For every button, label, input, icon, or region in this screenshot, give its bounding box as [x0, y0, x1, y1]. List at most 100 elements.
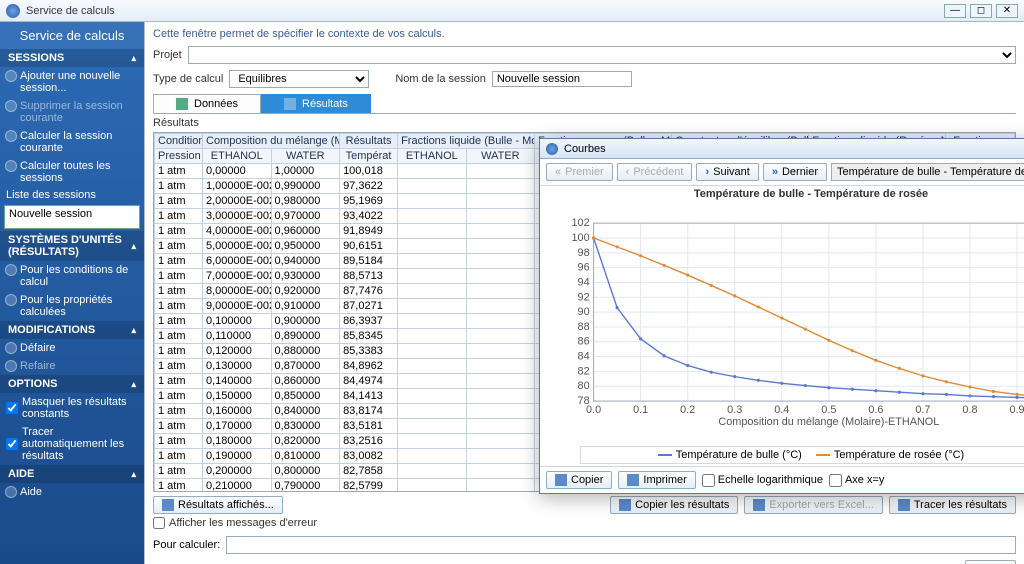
copy-icon [555, 474, 567, 486]
ruler-icon [5, 264, 17, 276]
log-scale-check[interactable]: Echelle logarithmique [702, 474, 823, 487]
main-panel: Cette fenêtre permet de spécifier le con… [144, 22, 1024, 564]
legend-swatch-bulle [658, 454, 672, 456]
tab-data[interactable]: Données [153, 94, 261, 113]
sidebar-head-mods[interactable]: MODIFICATIONS▴ [0, 321, 144, 339]
sidebar-redo[interactable]: Refaire [0, 357, 144, 375]
chevron-up-icon: ▴ [131, 53, 136, 64]
svg-text:0.2: 0.2 [680, 404, 695, 416]
sidebar-head-options[interactable]: OPTIONS▴ [0, 375, 144, 393]
col-results: Résultats [340, 134, 398, 149]
svg-text:0.8: 0.8 [962, 404, 977, 416]
svg-text:0.7: 0.7 [915, 404, 930, 416]
option-auto-trace[interactable]: Tracer automatiquement les résultats [0, 423, 144, 465]
copy-chart-button[interactable]: Copier [546, 471, 612, 489]
axis-xy-check[interactable]: Axe x=y [829, 474, 884, 487]
sidebar-delete-session[interactable]: Supprimer la session courante [0, 97, 144, 127]
sidebar-calc-all[interactable]: Calculer toutes les sessions [0, 157, 144, 187]
legend-swatch-rosee [816, 454, 830, 456]
svg-text:0.4: 0.4 [774, 404, 789, 416]
legend-rosee: Température de rosée (°C) [834, 449, 964, 461]
close-button[interactable]: ✕ [996, 4, 1018, 18]
trace-checkbox[interactable] [6, 438, 18, 450]
excel-icon [753, 499, 765, 511]
chevron-up-icon: ▴ [131, 241, 136, 252]
svg-text:84: 84 [578, 351, 590, 363]
session-list[interactable]: Nouvelle session [4, 205, 140, 229]
chart-svg: 78808284868890929496981001020.00.10.20.3… [558, 204, 1024, 442]
col-water: WATER [466, 149, 535, 164]
svg-text:0.6: 0.6 [868, 404, 883, 416]
next-button[interactable]: ›Suivant [696, 163, 758, 181]
show-errors-check[interactable]: Afficher les messages d'erreur [153, 514, 1016, 532]
svg-text:80: 80 [578, 380, 590, 392]
print-chart-button[interactable]: Imprimer [618, 471, 695, 489]
chart-title: Température de bulle - Température de ro… [540, 186, 1024, 202]
mask-checkbox[interactable] [6, 402, 18, 414]
results-section-title: Résultats [153, 114, 1016, 132]
svg-text:0.1: 0.1 [633, 404, 648, 416]
svg-text:98: 98 [578, 247, 590, 259]
data-icon [176, 98, 188, 110]
prev-button[interactable]: ‹Précédent [617, 163, 693, 181]
chevron-up-icon: ▴ [131, 469, 136, 480]
option-mask-results[interactable]: Masquer les résultats constants [0, 393, 144, 423]
sidebar-head-sessions[interactable]: SESSIONS▴ [0, 49, 144, 67]
undo-icon [5, 342, 17, 354]
col-water: WATER [271, 149, 340, 164]
session-name-input[interactable] [492, 71, 632, 87]
play-icon [5, 130, 17, 142]
copy-results-button[interactable]: Copier les résultats [610, 496, 738, 514]
curves-icon [546, 143, 558, 155]
projet-label: Projet [153, 49, 182, 61]
shown-results-button[interactable]: Résultats affichés... [153, 496, 283, 514]
next-icon: › [705, 166, 709, 178]
show-errors-checkbox[interactable] [153, 517, 165, 529]
trace-results-button[interactable]: Tracer les résultats [889, 496, 1016, 514]
sidebar-calc-session[interactable]: Calculer la session courante [0, 127, 144, 157]
quit-button[interactable]: Quitter [965, 560, 1016, 564]
svg-text:86: 86 [578, 336, 590, 348]
sidebar-add-session[interactable]: Ajouter une nouvelle session... [0, 67, 144, 97]
first-button[interactable]: «Premier [546, 163, 613, 181]
sidebar-head-units[interactable]: SYSTÈMES D'UNITÉS (RÉSULTATS)▴ [0, 231, 144, 261]
chart-area: 78808284868890929496981001020.00.10.20.3… [558, 204, 1024, 442]
list-icon [162, 499, 174, 511]
sidebar-brand: Service de calculs [0, 22, 144, 49]
hint-text: Cette fenêtre permet de spécifier le con… [153, 28, 1016, 40]
last-button[interactable]: »Dernier [763, 163, 827, 181]
pour-calculer-label: Pour calculer: [153, 539, 220, 551]
maximize-button[interactable]: ◻ [970, 4, 992, 18]
curve-select[interactable]: Température de bulle - Température de ro… [831, 163, 1024, 181]
sidebar-units-properties[interactable]: Pour les propriétés calculées [0, 291, 144, 321]
ruler-icon [5, 294, 17, 306]
export-excel-button[interactable]: Exporter vers Excel... [744, 496, 883, 514]
sidebar-head-help[interactable]: AIDE▴ [0, 465, 144, 483]
first-icon: « [555, 166, 561, 178]
sidebar-help[interactable]: Aide [0, 483, 144, 501]
chart-legend: Température de bulle (°C) Température de… [580, 446, 1024, 464]
log-scale-checkbox[interactable] [702, 474, 715, 487]
minimize-button[interactable]: — [944, 4, 966, 18]
sidebar-units-conditions[interactable]: Pour les conditions de calcul [0, 261, 144, 291]
projet-select[interactable] [188, 46, 1016, 64]
curves-titlebar[interactable]: Courbes [540, 139, 1024, 159]
col-ethanol: ETHANOL [398, 149, 467, 164]
tab-results[interactable]: Résultats [261, 94, 371, 113]
curves-window: Courbes «Premier ‹Précédent ›Suivant »De… [539, 138, 1024, 494]
chevron-up-icon: ▴ [131, 325, 136, 336]
help-icon [5, 486, 17, 498]
col-composition: Composition du mélange (Molaire) [203, 134, 340, 149]
sidebar-undo[interactable]: Défaire [0, 339, 144, 357]
curves-title: Courbes [564, 143, 606, 155]
svg-text:96: 96 [578, 262, 590, 274]
pour-calculer-input[interactable] [226, 536, 1016, 554]
col-temp: Températ [340, 149, 398, 164]
window-titlebar: Service de calculs — ◻ ✕ [0, 0, 1024, 22]
redo-icon [5, 360, 17, 372]
axis-xy-checkbox[interactable] [829, 474, 842, 487]
type-select[interactable]: Equilibres [229, 70, 369, 88]
col-conditions: Conditions [155, 134, 203, 149]
chart-icon [898, 499, 910, 511]
svg-text:90: 90 [578, 306, 590, 318]
